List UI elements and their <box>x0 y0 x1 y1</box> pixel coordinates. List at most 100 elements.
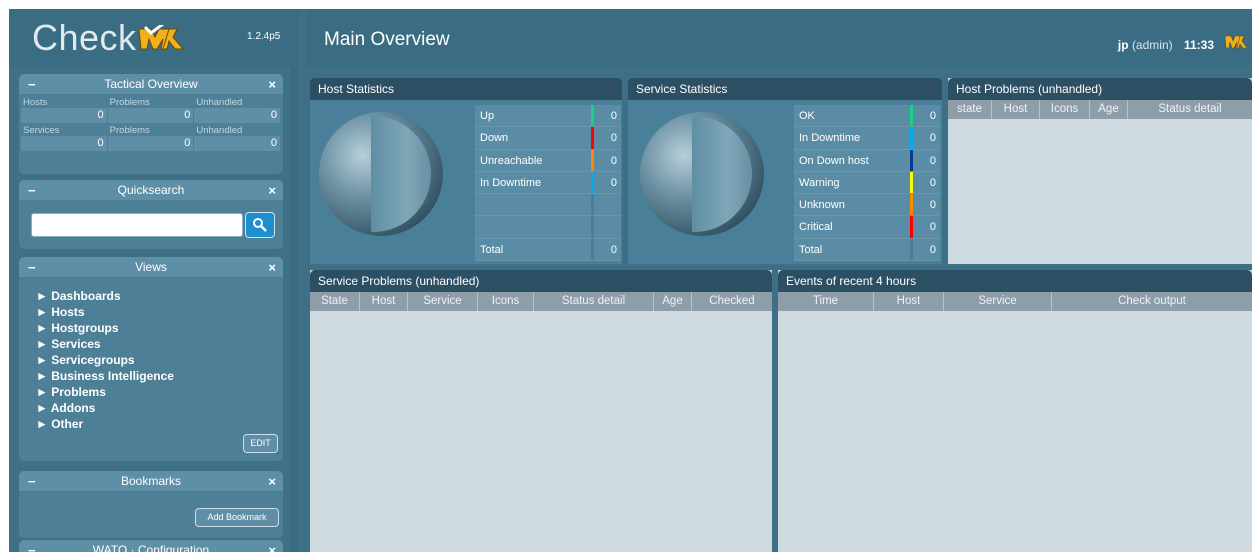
col-age[interactable]: Age <box>654 292 692 311</box>
stat-value: 0 <box>913 149 940 171</box>
col-check-output[interactable]: Check output <box>1052 292 1252 311</box>
stat-label: Unreachable <box>475 149 591 171</box>
stat-label: OK <box>794 105 910 127</box>
minimize-icon[interactable]: − <box>28 180 36 201</box>
col-age[interactable]: Age <box>1090 100 1128 119</box>
col-status-detail[interactable]: Status detail <box>1128 100 1252 119</box>
col-icons[interactable]: Icons <box>1040 100 1090 119</box>
stat-label <box>475 216 591 238</box>
stat-row[interactable]: Unreachable 0 <box>475 149 621 172</box>
stat-row[interactable]: Total 0 <box>475 238 621 262</box>
hosts-count[interactable]: 0 <box>21 108 108 123</box>
snapin-bookmarks: − Bookmarks × Add Bookmark <box>19 471 283 538</box>
hosts-problems-count[interactable]: 0 <box>107 108 195 123</box>
search-button[interactable] <box>245 212 275 238</box>
version-label: 1.2.4p5 <box>247 31 281 42</box>
stat-row[interactable]: Warning 0 <box>794 171 940 195</box>
events-header: Time Host Service Check output <box>778 292 1252 311</box>
snapin-header[interactable]: − Tactical Overview × <box>19 74 283 95</box>
col-checked[interactable]: Checked <box>692 292 772 311</box>
stat-row[interactable]: Critical 0 <box>794 216 940 239</box>
view-business-intelligence[interactable]: ► Business Intelligence <box>36 368 283 384</box>
stat-row[interactable]: In Downtime 0 <box>475 171 621 195</box>
stat-value: 0 <box>913 216 940 238</box>
col-status-detail[interactable]: Status detail <box>534 292 654 311</box>
col-service[interactable]: Service <box>944 292 1052 311</box>
mk-logo-small-icon <box>1224 35 1248 49</box>
add-bookmark-button[interactable]: Add Bookmark <box>195 508 279 527</box>
view-dashboards[interactable]: ► Dashboards <box>36 288 283 304</box>
stat-row[interactable]: Up 0 <box>475 105 621 128</box>
events-dashlet: Events of recent 4 hours Time Host Servi… <box>778 270 1252 552</box>
col-host[interactable]: Host <box>874 292 944 311</box>
col-host[interactable]: Host <box>992 100 1040 119</box>
minimize-icon[interactable]: − <box>28 540 36 552</box>
username[interactable]: jp <box>1118 38 1129 52</box>
view-servicegroups[interactable]: ► Servicegroups <box>36 352 283 368</box>
stat-row[interactable]: OK 0 <box>794 105 940 128</box>
minimize-icon[interactable]: − <box>28 257 36 278</box>
snapin-tactical-overview: − Tactical Overview × Hosts Problems Unh… <box>19 74 283 174</box>
snapin-quicksearch: − Quicksearch × <box>19 180 283 249</box>
snapin-header[interactable]: − WATO · Configuration × <box>19 540 283 552</box>
close-icon[interactable]: × <box>268 74 276 95</box>
col-state[interactable]: state <box>948 100 992 119</box>
services-problems-count[interactable]: 0 <box>107 136 195 151</box>
close-icon[interactable]: × <box>268 540 276 552</box>
stat-value <box>594 194 621 216</box>
dashlet-title: Host Problems (unhandled) <box>948 78 1252 100</box>
snapin-header[interactable]: − Bookmarks × <box>19 471 283 492</box>
stat-label: Critical <box>794 216 910 238</box>
dashlet-title: Events of recent 4 hours <box>778 270 1252 292</box>
stat-value <box>594 216 621 238</box>
stat-value: 0 <box>594 149 621 171</box>
stat-label: In Downtime <box>794 127 910 149</box>
logo-area[interactable]: Check 1.2.4p5 <box>9 9 298 67</box>
snapin-title: Tactical Overview <box>104 77 198 91</box>
col-state[interactable]: State <box>310 292 360 311</box>
stat-value: 0 <box>594 105 621 127</box>
stat-value: 0 <box>913 171 940 194</box>
col-service[interactable]: Service <box>408 292 478 311</box>
service-stats-globe[interactable] <box>640 112 764 236</box>
col-host[interactable]: Host <box>360 292 408 311</box>
stat-row[interactable]: Down 0 <box>475 127 621 150</box>
col-time[interactable]: Time <box>778 292 874 311</box>
minimize-icon[interactable]: − <box>28 74 36 95</box>
edit-button[interactable]: EDIT <box>243 434 278 453</box>
host-statistics-dashlet: Host Statistics Up 0 Down 0 Unreachable 0 In D… <box>310 78 622 264</box>
snapin-header[interactable]: − Views × <box>19 257 283 278</box>
stat-row[interactable]: In Downtime 0 <box>794 127 940 150</box>
snapin-wato: − WATO · Configuration × <box>19 540 283 552</box>
minimize-icon[interactable]: − <box>28 471 36 492</box>
stat-row[interactable]: On Down host 0 <box>794 149 940 172</box>
tactical-hosts-values: 0 0 0 <box>21 108 282 123</box>
close-icon[interactable]: × <box>268 180 276 201</box>
view-services[interactable]: ► Services <box>36 336 283 352</box>
quicksearch-input[interactable] <box>31 213 243 237</box>
services-count[interactable]: 0 <box>21 136 108 151</box>
view-hosts[interactable]: ► Hosts <box>36 304 283 320</box>
dashlet-title: Host Statistics <box>310 78 622 100</box>
service-problems-header: State Host Service Icons Status detail A… <box>310 292 772 311</box>
stat-label: On Down host <box>794 149 910 171</box>
view-problems[interactable]: ► Problems <box>36 384 283 400</box>
stat-row[interactable]: Unknown 0 <box>794 194 940 217</box>
close-icon[interactable]: × <box>268 257 276 278</box>
view-other[interactable]: ► Other <box>36 416 283 432</box>
view-hostgroups[interactable]: ► Hostgroups <box>36 320 283 336</box>
services-unhandled-count[interactable]: 0 <box>194 136 282 151</box>
col-icons[interactable]: Icons <box>478 292 534 311</box>
logo-text: Check <box>32 17 137 58</box>
snapin-views: − Views × ► Dashboards ► Hosts ► Hostgro… <box>19 257 283 461</box>
tactical-services-values: 0 0 0 <box>21 136 282 151</box>
stat-label: Down <box>475 127 591 149</box>
view-addons[interactable]: ► Addons <box>36 400 283 416</box>
stat-value: 0 <box>913 127 940 149</box>
snapin-header[interactable]: − Quicksearch × <box>19 180 283 201</box>
dashlet-title: Service Statistics <box>628 78 942 100</box>
hosts-unhandled-count[interactable]: 0 <box>194 108 282 123</box>
close-icon[interactable]: × <box>268 471 276 492</box>
stat-row[interactable]: Total 0 <box>794 238 940 262</box>
host-stats-globe[interactable] <box>319 112 443 236</box>
